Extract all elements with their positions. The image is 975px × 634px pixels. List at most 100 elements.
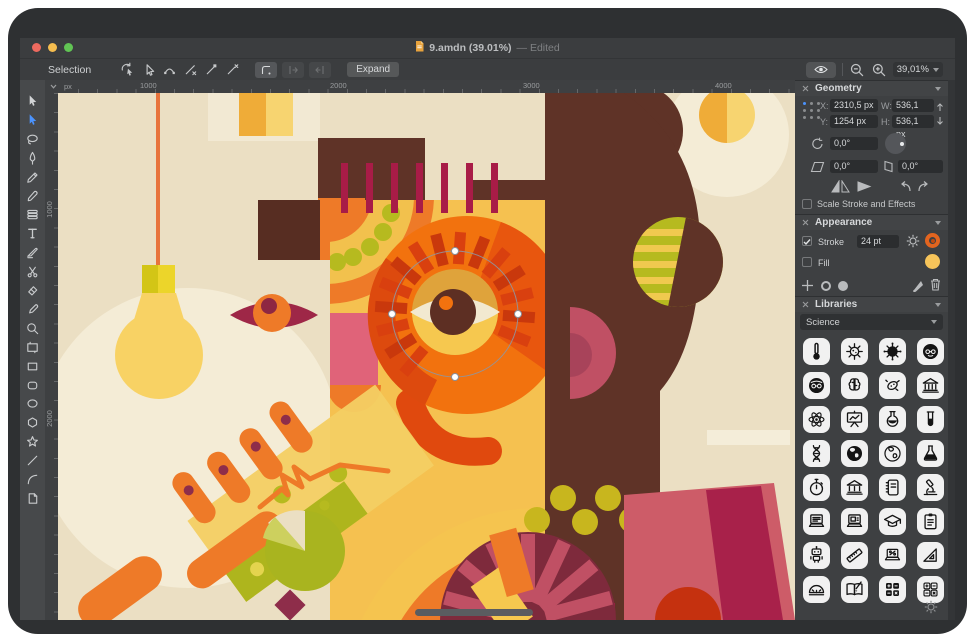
library-icon-calculator-outline[interactable]	[917, 576, 944, 603]
skew-horizontal-field[interactable]: 0,0°	[830, 160, 878, 173]
new-stroke-button[interactable]	[820, 280, 832, 292]
fill-checkbox[interactable]	[802, 257, 812, 267]
zoom-out-button[interactable]	[849, 62, 865, 78]
undo-icon[interactable]	[898, 180, 912, 193]
library-select[interactable]: Science	[800, 314, 943, 330]
w-field[interactable]: 536,1 px	[892, 99, 934, 112]
library-icon-round-flask[interactable]	[879, 406, 906, 433]
layers-tool[interactable]	[25, 207, 40, 222]
library-icon-set-square[interactable]	[917, 542, 944, 569]
line-tool[interactable]	[25, 453, 40, 468]
library-icon-robot[interactable]	[803, 542, 830, 569]
library-icon-atom[interactable]	[803, 406, 830, 433]
flip-vertical-icon[interactable]	[857, 180, 872, 193]
library-icon-notebook[interactable]	[879, 474, 906, 501]
polygon-tool[interactable]	[25, 415, 40, 430]
artboard-tool[interactable]	[25, 340, 40, 355]
expand-button[interactable]: Expand	[347, 62, 399, 77]
trash-icon[interactable]	[930, 278, 941, 291]
add-node-tool[interactable]	[203, 61, 220, 78]
selection-tool[interactable]	[25, 113, 40, 128]
chevron-down-icon[interactable]	[935, 303, 941, 307]
library-icon-bacteria[interactable]	[879, 372, 906, 399]
library-icon-brain[interactable]	[841, 372, 868, 399]
move-tool[interactable]	[25, 94, 40, 109]
library-settings-gear-icon[interactable]	[924, 600, 938, 617]
document-canvas[interactable]	[58, 93, 795, 620]
stroke-color-swatch[interactable]	[925, 233, 940, 248]
library-icon-calculator-filled[interactable]	[879, 576, 906, 603]
scale-stroke-checkbox[interactable]	[802, 199, 812, 209]
library-icon-virus-filled[interactable]	[879, 338, 906, 365]
y-field[interactable]: 1254 px	[830, 115, 878, 128]
close-icon[interactable]	[802, 219, 809, 226]
library-icon-protractor[interactable]	[803, 576, 830, 603]
flip-horizontal-icon[interactable]	[831, 180, 850, 193]
sheet-tool[interactable]	[25, 491, 40, 506]
star-tool[interactable]	[25, 434, 40, 449]
appearance-header[interactable]: Appearance	[795, 214, 948, 230]
rectangle-tool[interactable]	[25, 359, 40, 374]
geometry-header[interactable]: Geometry	[795, 80, 948, 96]
arc-tool[interactable]	[161, 61, 178, 78]
library-icon-bank[interactable]	[917, 372, 944, 399]
close-icon[interactable]	[802, 85, 809, 92]
library-icon-book-pen[interactable]	[841, 576, 868, 603]
fill-color-swatch[interactable]	[925, 254, 940, 269]
library-icon-graduation-cap[interactable]	[879, 508, 906, 535]
pen-tool[interactable]	[25, 151, 40, 166]
library-icon-erlenmeyer-flask[interactable]	[917, 440, 944, 467]
pencil-tool[interactable]	[25, 170, 40, 185]
library-icon-presentation-chart[interactable]	[841, 406, 868, 433]
corner-tool[interactable]	[182, 61, 199, 78]
arc-shape-tool[interactable]	[25, 472, 40, 487]
library-icon-laptop-percent[interactable]	[879, 542, 906, 569]
stroke-settings-gear-icon[interactable]	[906, 234, 920, 248]
ruler-options-button[interactable]	[45, 80, 62, 93]
library-icon-clipboard[interactable]	[917, 508, 944, 535]
rotation-field[interactable]: 0,0°	[830, 137, 878, 150]
library-icon-virus-outline[interactable]	[841, 338, 868, 365]
libraries-header[interactable]: Libraries	[795, 296, 948, 312]
scissors-tool[interactable]	[25, 264, 40, 279]
eyedropper-tool[interactable]	[25, 302, 40, 317]
horizontal-scrollbar[interactable]	[415, 609, 533, 616]
close-icon[interactable]	[802, 301, 809, 308]
snap-options-button[interactable]	[255, 62, 277, 78]
redo-icon[interactable]	[917, 180, 931, 193]
style-pen-button[interactable]	[912, 279, 924, 292]
chevron-down-icon[interactable]	[935, 221, 941, 225]
skew-vertical-field[interactable]: 0,0°	[898, 160, 943, 173]
library-icon-thermometer[interactable]	[803, 338, 830, 365]
rotate-pointer-tool[interactable]	[119, 61, 136, 78]
draw-tool[interactable]	[25, 189, 40, 204]
library-icon-globe-filled[interactable]	[841, 440, 868, 467]
h-field[interactable]: 536,1 px	[892, 115, 934, 128]
text-tool[interactable]	[25, 226, 40, 241]
library-icon-test-tube[interactable]	[917, 406, 944, 433]
zoom-tool[interactable]	[25, 321, 40, 336]
stroke-checkbox[interactable]	[802, 236, 812, 246]
library-icon-scientist-man[interactable]	[917, 338, 944, 365]
x-field[interactable]: 2310,5 px	[830, 99, 878, 112]
library-icon-microscope[interactable]	[917, 474, 944, 501]
library-icon-dna[interactable]	[803, 440, 830, 467]
knife-tool[interactable]	[25, 245, 40, 260]
delete-node-tool[interactable]	[224, 61, 241, 78]
ellipse-tool[interactable]	[25, 396, 40, 411]
rotation-knob[interactable]	[885, 133, 906, 154]
new-fill-button[interactable]	[837, 280, 849, 292]
stroke-width-field[interactable]: 24 pt	[857, 235, 899, 248]
preview-eye-button[interactable]	[806, 62, 836, 78]
zoom-in-button[interactable]	[871, 62, 887, 78]
zoom-level-select[interactable]: 39,01%	[893, 62, 943, 77]
panel-scrollbar-gutter[interactable]	[948, 80, 955, 620]
link-wh-icon[interactable]	[936, 102, 944, 126]
library-icon-laptop-text[interactable]	[803, 508, 830, 535]
eraser-tool[interactable]	[25, 283, 40, 298]
lasso-tool[interactable]	[25, 132, 40, 147]
library-icon-museum[interactable]	[841, 474, 868, 501]
library-icon-scientist-woman[interactable]	[803, 372, 830, 399]
direct-node-tool[interactable]	[140, 61, 157, 78]
add-appearance-button[interactable]	[801, 279, 814, 292]
